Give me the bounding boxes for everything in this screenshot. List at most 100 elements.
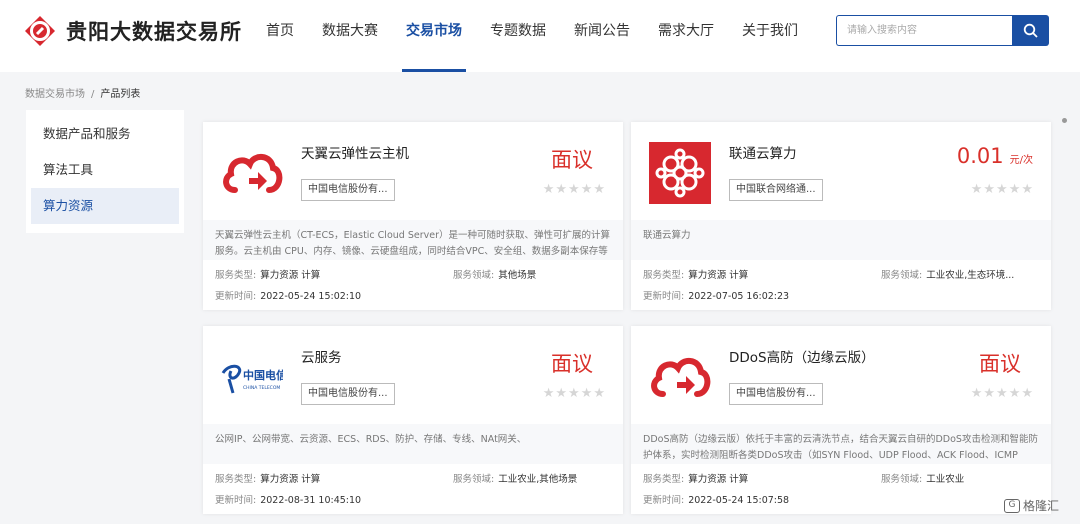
logo-text: 贵阳大数据交易所 — [66, 20, 242, 44]
product-card[interactable]: 联通云算力 中国联合网络通... 0.01 元/次 ★ ★ ★ ★ ★ 联通云算力 服务类… — [631, 122, 1051, 310]
star-icon: ★ — [568, 182, 580, 197]
provider-tag[interactable]: 中国联合网络通... — [729, 179, 823, 201]
sidebar-item-computing-resources[interactable]: 算力资源 — [31, 188, 179, 224]
update-time-value: 2022-08-31 10:45:10 — [260, 495, 362, 506]
price-unit: 元/次 — [1009, 155, 1033, 166]
product-card[interactable]: 中国电信 CHINA TELECOM 云服务 中国电信股份有... 面议 ★ ★ ★… — [203, 326, 623, 514]
rating-stars: ★ ★ ★ ★ ★ — [542, 182, 605, 197]
main-nav: 首页 数据大赛 交易市场 专题数据 新闻公告 需求大厅 关于我们 — [252, 0, 812, 72]
service-type: 服务类型: 算力资源 计算 — [643, 471, 748, 485]
service-type-label: 服务类型: — [643, 474, 685, 485]
product-card[interactable]: DDoS高防（边缘云版） 中国电信股份有... 面议 ★ ★ ★ ★ ★ DDoS高防（… — [631, 326, 1051, 514]
search-button[interactable] — [1012, 15, 1049, 46]
service-type-value: 算力资源 计算 — [260, 270, 321, 281]
service-domain: 服务领域: 工业农业 — [881, 471, 964, 485]
scrollbar-thumb[interactable] — [1062, 118, 1067, 123]
china-unicom-logo-icon — [649, 142, 711, 204]
svg-text:CHINA TELECOM: CHINA TELECOM — [243, 385, 280, 391]
product-description: 公网IP、公网带宽、云资源、ECS、RDS、防护、存储、专线、NAt网关、 — [203, 424, 623, 464]
star-icon: ★ — [542, 386, 555, 401]
nav-market[interactable]: 交易市场 — [402, 0, 466, 72]
provider-tag[interactable]: 中国电信股份有... — [729, 383, 823, 405]
product-title[interactable]: 云服务 — [301, 346, 342, 366]
site-logo[interactable]: 贵阳大数据交易所 — [24, 15, 242, 47]
breadcrumb-current: 产品列表 — [100, 89, 141, 100]
sidebar-item-algorithm-tools[interactable]: 算法工具 — [31, 152, 179, 188]
breadcrumb-separator: / — [91, 89, 95, 100]
product-title[interactable]: 联通云算力 — [729, 142, 797, 162]
price-value: 面议 — [551, 352, 593, 376]
star-icon: ★ — [970, 386, 983, 401]
category-sidebar: 数据产品和服务 算法工具 算力资源 — [26, 110, 184, 233]
nav-demand[interactable]: 需求大厅 — [658, 0, 714, 72]
star-icon: ★ — [1008, 182, 1021, 197]
star-icon: ★ — [542, 182, 555, 197]
search-input[interactable] — [836, 15, 1012, 46]
price-value: 面议 — [979, 352, 1021, 376]
service-domain-label: 服务领域: — [453, 474, 495, 485]
star-icon: ★ — [580, 182, 593, 197]
provider-tag[interactable]: 中国电信股份有... — [301, 383, 395, 405]
update-time-label: 更新时间: — [215, 291, 257, 302]
update-time-value: 2022-05-24 15:07:58 — [688, 495, 790, 506]
price-value: 面议 — [551, 148, 593, 172]
star-icon: ★ — [1021, 182, 1033, 197]
search-icon — [1023, 23, 1038, 38]
update-time-value: 2022-07-05 16:02:23 — [688, 291, 790, 302]
star-icon: ★ — [983, 386, 996, 401]
product-price: 面议 — [551, 348, 593, 378]
breadcrumb-parent[interactable]: 数据交易市场 — [25, 89, 85, 100]
update-time-label: 更新时间: — [215, 495, 257, 506]
product-title[interactable]: DDoS高防（边缘云版） — [729, 346, 875, 366]
provider-tag[interactable]: 中国电信股份有... — [301, 179, 395, 201]
watermark: G 格隆汇 — [1004, 497, 1059, 514]
update-time: 更新时间: 2022-05-24 15:02:10 — [215, 288, 361, 302]
rating-stars: ★ ★ ★ ★ ★ — [970, 182, 1033, 197]
star-icon: ★ — [555, 386, 568, 401]
nav-competition[interactable]: 数据大赛 — [322, 0, 378, 72]
star-icon: ★ — [996, 182, 1008, 197]
product-price: 面议 — [979, 348, 1021, 378]
product-price: 0.01 元/次 — [957, 144, 1033, 168]
star-icon: ★ — [1008, 386, 1021, 401]
nav-about[interactable]: 关于我们 — [742, 0, 798, 72]
product-thumbnail — [221, 142, 283, 204]
service-type-value: 算力资源 计算 — [688, 474, 749, 485]
product-thumbnail — [649, 346, 711, 408]
product-price: 面议 — [551, 144, 593, 174]
service-domain-value: 工业农业,其他场景 — [498, 474, 578, 485]
update-time: 更新时间: 2022-08-31 10:45:10 — [215, 492, 361, 506]
star-icon: ★ — [593, 182, 605, 197]
star-icon: ★ — [555, 182, 568, 197]
star-icon: ★ — [996, 386, 1008, 401]
service-type-label: 服务类型: — [643, 270, 685, 281]
china-telecom-logo-icon: 中国电信 CHINA TELECOM — [221, 364, 283, 394]
service-domain: 服务领域: 工业农业,其他场景 — [453, 471, 577, 485]
product-description: 天翼云弹性云主机（CT-ECS，Elastic Cloud Server）是一种… — [203, 220, 623, 260]
service-domain-value: 其他场景 — [498, 270, 537, 281]
star-icon: ★ — [568, 386, 580, 401]
breadcrumb: 数据交易市场 / 产品列表 — [25, 85, 140, 100]
service-type-label: 服务类型: — [215, 270, 257, 281]
product-thumbnail: 中国电信 CHINA TELECOM — [221, 346, 283, 408]
svg-text:中国电信: 中国电信 — [243, 368, 283, 382]
product-card[interactable]: 天翼云弹性云主机 中国电信股份有... 面议 ★ ★ ★ ★ ★ 天翼云弹性云主机（CT… — [203, 122, 623, 310]
service-type-label: 服务类型: — [215, 474, 257, 485]
nav-home[interactable]: 首页 — [266, 0, 294, 72]
product-title[interactable]: 天翼云弹性云主机 — [301, 142, 409, 162]
sidebar-item-data-products[interactable]: 数据产品和服务 — [31, 116, 179, 152]
service-type-value: 算力资源 计算 — [260, 474, 321, 485]
watermark-mark: G — [1004, 498, 1020, 513]
update-time-label: 更新时间: — [643, 291, 685, 302]
nav-news[interactable]: 新闻公告 — [574, 0, 630, 72]
service-domain: 服务领域: 其他场景 — [453, 267, 536, 281]
service-type-value: 算力资源 计算 — [688, 270, 749, 281]
service-domain-label: 服务领域: — [881, 474, 923, 485]
star-icon: ★ — [1021, 386, 1033, 401]
price-value: 0.01 — [956, 144, 1004, 168]
service-domain: 服务领域: 工业农业,生态环境... — [881, 267, 1014, 281]
rating-stars: ★ ★ ★ ★ ★ — [970, 386, 1033, 401]
exchange-logo-icon — [25, 16, 55, 46]
nav-topics[interactable]: 专题数据 — [490, 0, 546, 72]
watermark-text: 格隆汇 — [1023, 499, 1060, 513]
